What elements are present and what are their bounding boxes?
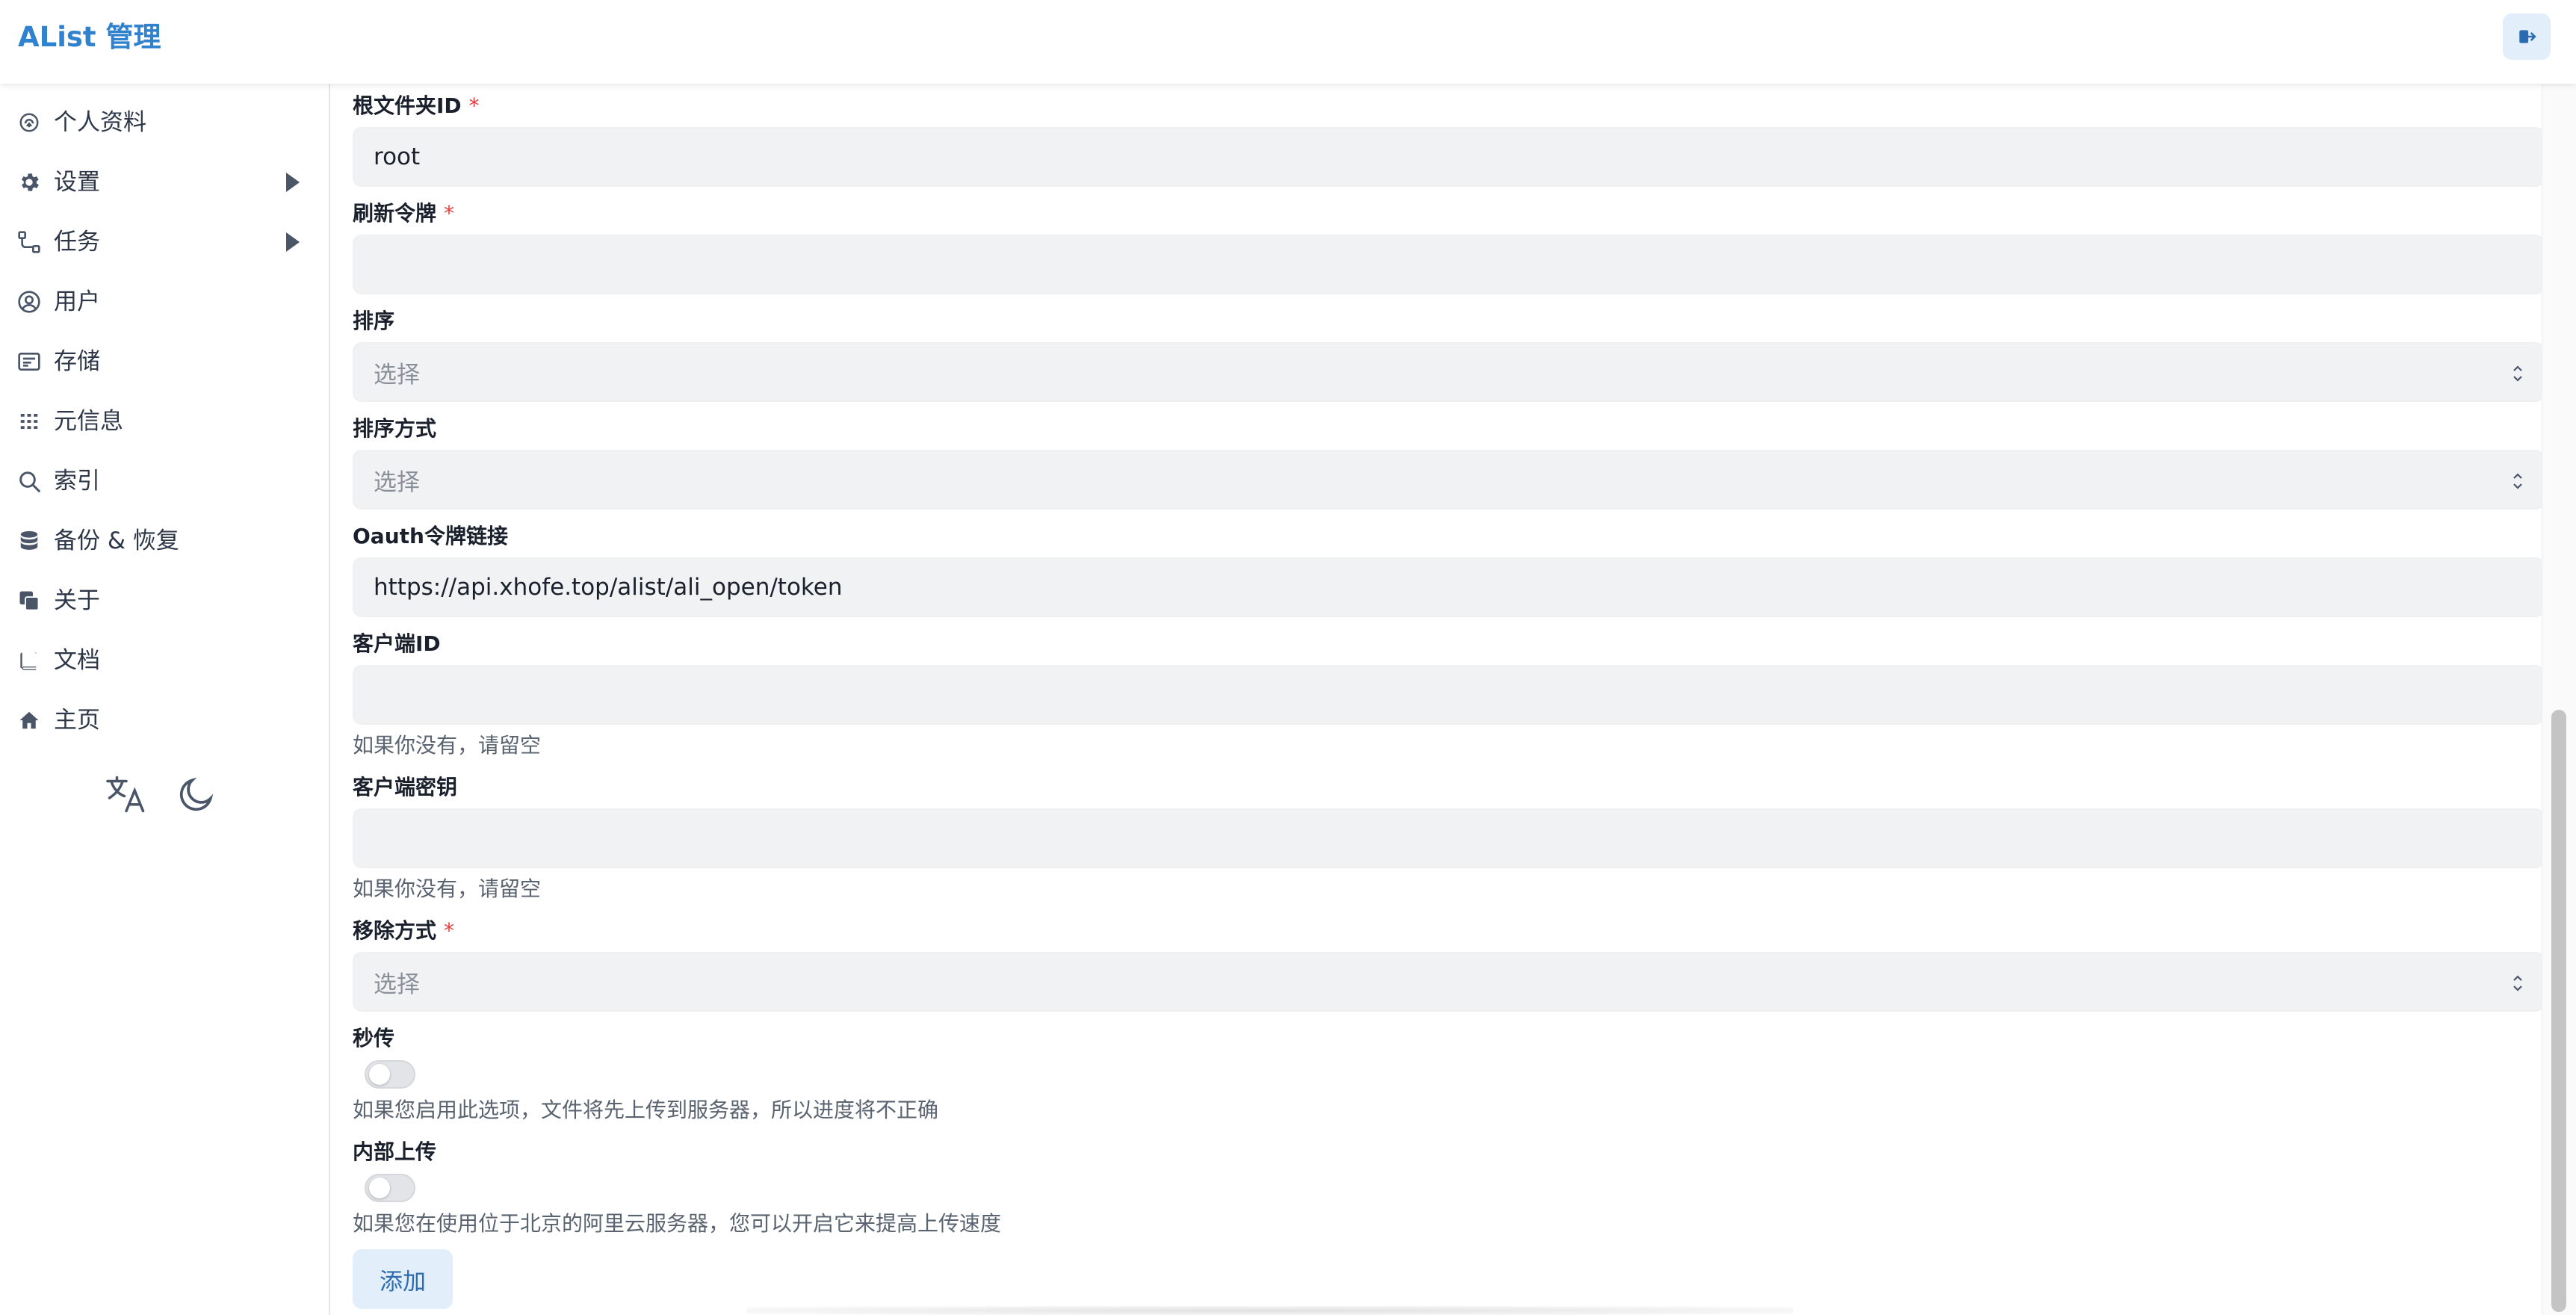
root-folder-input[interactable]: root <box>353 127 2545 187</box>
client-id-input[interactable] <box>353 665 2545 725</box>
internal-upload-toggle[interactable] <box>365 1174 415 1202</box>
order-by-label: 排序 <box>353 309 395 333</box>
logout-button[interactable] <box>2503 13 2551 60</box>
sidebar-item-users[interactable]: 用户 <box>0 275 329 329</box>
chevron-up-down-icon <box>2513 365 2522 382</box>
book-icon <box>16 648 42 673</box>
client-secret-label: 客户端密钥 <box>353 775 458 799</box>
fingerprint-icon <box>16 110 42 135</box>
sidebar-tools <box>0 768 329 828</box>
translate-icon <box>106 776 145 813</box>
theme-toggle-button[interactable] <box>170 768 223 820</box>
sidebar-item-label: 主页 <box>54 707 100 734</box>
required-marker: * <box>444 918 455 943</box>
sidebar-item-label: 文档 <box>54 647 100 674</box>
rapid-upload-helper: 如果您启用此选项，文件将先上传到服务器，所以进度将不正确 <box>353 1098 939 1122</box>
required-marker: * <box>444 201 455 226</box>
sidebar-item-docs[interactable]: 文档 <box>0 634 329 687</box>
language-button[interactable] <box>100 768 152 820</box>
logout-icon <box>2519 30 2536 43</box>
sidebar-item-label: 任务 <box>54 229 100 256</box>
oauth-url-input[interactable]: https://api.xhofe.top/alist/ali_open/tok… <box>353 557 2545 617</box>
order-direction-label: 排序方式 <box>353 416 437 441</box>
select-placeholder: 选择 <box>374 468 420 496</box>
toggle-knob <box>369 1178 390 1198</box>
select-placeholder: 选择 <box>374 971 420 998</box>
sidebar-item-about[interactable]: 关于 <box>0 574 329 628</box>
sidebar-item-label: 设置 <box>54 169 100 196</box>
rapid-upload-toggle[interactable] <box>365 1060 415 1089</box>
sidebar-item-label: 用户 <box>54 288 100 315</box>
sidebar-item-label: 备份 & 恢复 <box>54 527 179 554</box>
sidebar: 个人资料 设置 任务 用户 存储 元信息 索引 备份 & 恢复 关于 文档 主页 <box>0 84 330 1315</box>
client-secret-input[interactable] <box>353 808 2545 868</box>
moon-icon <box>179 777 214 811</box>
chevron-right-icon[interactable] <box>284 231 302 253</box>
storage-icon <box>16 349 42 374</box>
scrollbar-thumb[interactable] <box>2551 710 2566 1312</box>
sidebar-item-label: 索引 <box>54 468 100 495</box>
remove-way-select[interactable]: 选择 <box>353 952 2545 1012</box>
order-direction-select[interactable]: 选择 <box>353 450 2545 510</box>
sidebar-item-profile[interactable]: 个人资料 <box>0 96 329 149</box>
refresh-token-label: 刷新令牌 * <box>353 201 455 226</box>
client-id-label: 客户端ID <box>353 631 441 656</box>
sidebar-item-label: 存储 <box>54 348 100 375</box>
storage-form: 根文件夹ID * root 刷新令牌 * 排序 选择 排序方式 选择 Oauth令牌… <box>330 84 2545 1315</box>
database-icon <box>16 528 42 554</box>
sidebar-item-label: 元信息 <box>54 408 123 435</box>
chevron-up-down-icon <box>2513 473 2522 489</box>
root-folder-label: 根文件夹ID * <box>353 93 480 118</box>
client-secret-helper: 如果你没有，请留空 <box>353 876 542 901</box>
sidebar-item-home[interactable]: 主页 <box>0 693 329 747</box>
page-scrollbar[interactable] <box>2542 84 2576 1315</box>
order-by-select[interactable]: 选择 <box>353 342 2545 402</box>
user-circle-icon <box>16 289 42 315</box>
oauth-url-label: Oauth令牌链接 <box>353 524 508 548</box>
required-marker: * <box>468 93 480 118</box>
sidebar-item-storage[interactable]: 存储 <box>0 335 329 389</box>
top-header: AList 管理 <box>0 0 2576 84</box>
sidebar-item-label: 关于 <box>54 587 100 614</box>
sidebar-item-indexes[interactable]: 索引 <box>0 454 329 508</box>
remove-way-label: 移除方式 * <box>353 918 455 943</box>
task-flow-icon <box>16 229 42 255</box>
toggle-knob <box>369 1064 390 1085</box>
chevron-up-down-icon <box>2513 975 2522 991</box>
meta-grid-icon <box>16 409 42 434</box>
internal-upload-label: 内部上传 <box>353 1139 437 1164</box>
copy-icon <box>16 588 42 613</box>
bottom-shadow <box>747 1306 1793 1315</box>
gear-icon <box>16 170 42 195</box>
sidebar-item-metas[interactable]: 元信息 <box>0 394 329 448</box>
internal-upload-helper: 如果您在使用位于北京的阿里云服务器，您可以开启它来提高上传速度 <box>353 1211 1002 1236</box>
select-placeholder: 选择 <box>374 361 420 389</box>
client-id-helper: 如果你没有，请留空 <box>353 733 542 758</box>
home-icon <box>16 708 42 733</box>
rapid-upload-label: 秒传 <box>353 1026 395 1051</box>
search-icon <box>16 468 42 494</box>
chevron-right-icon[interactable] <box>284 171 302 194</box>
sidebar-item-backup-restore[interactable]: 备份 & 恢复 <box>0 514 329 568</box>
sidebar-item-tasks[interactable]: 任务 <box>0 215 329 269</box>
add-button[interactable]: 添加 <box>353 1249 453 1309</box>
brand-title[interactable]: AList 管理 <box>18 16 161 58</box>
refresh-token-input[interactable] <box>353 235 2545 294</box>
sidebar-item-settings[interactable]: 设置 <box>0 155 329 209</box>
sidebar-item-label: 个人资料 <box>54 109 146 136</box>
